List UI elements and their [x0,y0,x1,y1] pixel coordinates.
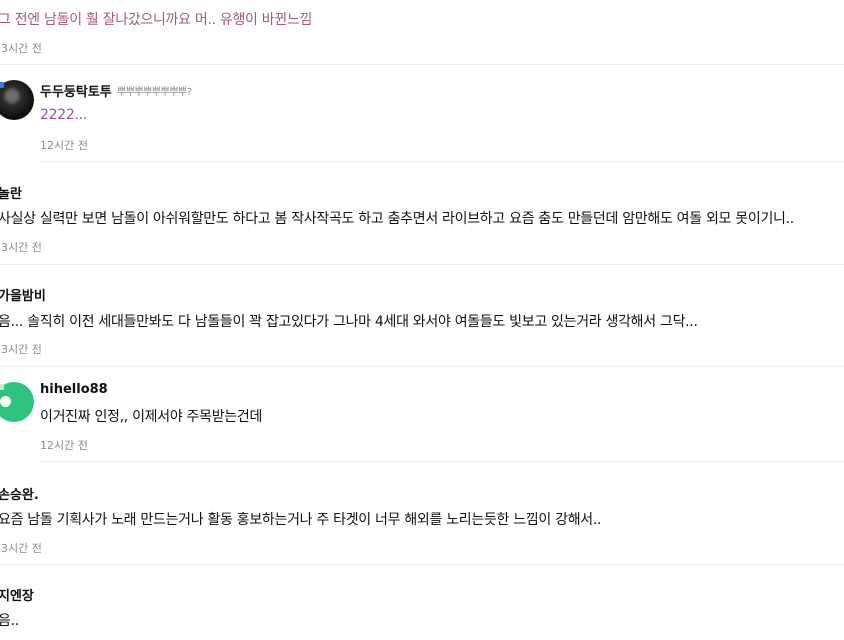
comment-author[interactable]: 손승완. [0,484,39,503]
comment-author[interactable]: 두두둥탁토투 [40,81,112,100]
comment-text: 음.. [0,613,19,629]
divider [40,161,844,162]
divider [0,64,844,65]
comment-author[interactable]: 놀란 [0,183,22,202]
comment-time: 13시간 전 [0,542,42,555]
comment-author[interactable]: hihello88 [40,382,108,397]
badge-icon [0,384,4,390]
comment-text: 그 전엔 남돌이 훨 잘나갔으니까요 머.. 유행이 바뀐느낌 [0,12,313,28]
comment-text: 사실상 실력만 보면 남돌이 아쉬워할만도 하다고 봄 작사작곡도 하고 춤추면… [0,211,794,227]
divider [0,366,844,367]
comment-time: 12시간 전 [40,439,88,452]
comment-feed: 그 전엔 남돌이 훨 잘나갔으니까요 머.. 유행이 바뀐느낌 13시간 전 두… [0,0,844,640]
badge-icon [0,82,4,88]
avatar-icon[interactable] [0,382,34,422]
comment-text: 음... 솔직히 이전 세대들만봐도 다 남돌들이 꽉 잡고있다가 그나마 4세… [0,314,698,330]
comment-author[interactable]: 지엔장 [0,585,34,604]
comment-author[interactable]: 가을밤비 [0,285,46,304]
comment-text: 요즘 남돌 기획사가 노래 만드는거나 활동 홍보하는거나 주 타겟이 너무 해… [0,512,602,528]
divider [40,461,844,462]
avatar-icon[interactable] [0,80,34,120]
divider [0,264,844,265]
comment-time: 13시간 전 [0,343,42,356]
comment-text: 2222... [40,107,87,123]
comment-time: 13시간 전 [0,42,42,55]
comment-time: 12시간 전 [40,139,88,152]
divider [0,564,844,565]
comment-time: 13시간 전 [0,241,42,254]
author-tag: 뿌뿌뿌뿌뿌뿌뿌뿌? [117,87,192,98]
comment-text: 이거진짜 인정,, 이제서야 주목받는건데 [40,409,263,425]
